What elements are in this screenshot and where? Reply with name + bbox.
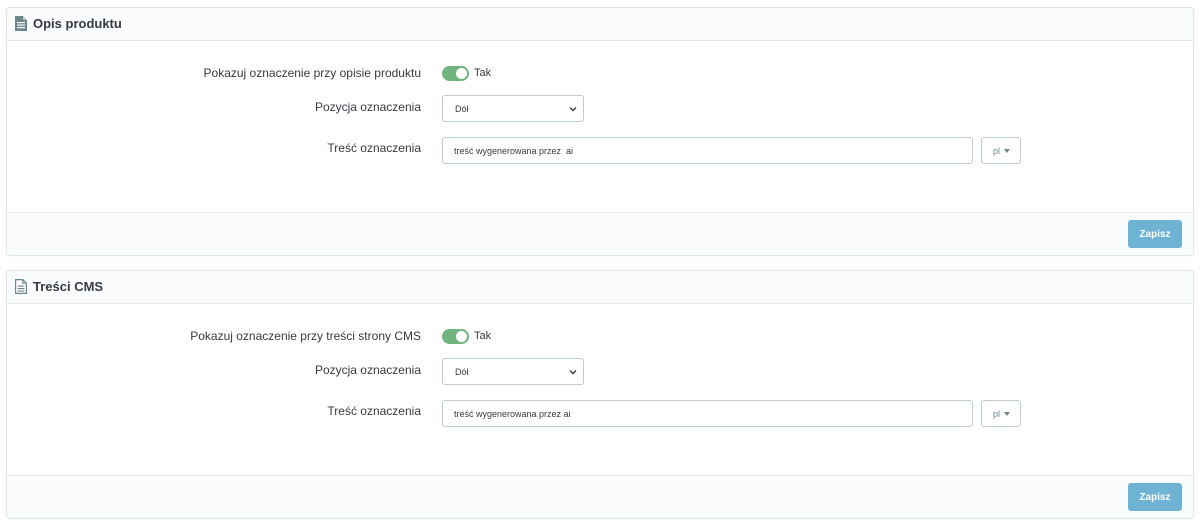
position-label: Pozycja oznaczenia: [314, 100, 421, 114]
language-dropdown-button[interactable]: pl: [981, 137, 1021, 164]
caret-down-icon: [1004, 149, 1010, 153]
document-icon: [15, 16, 27, 31]
language-code: pl: [993, 409, 1001, 419]
toggle-value-label: Tak: [474, 67, 492, 79]
content-label: Treść oznaczenia: [327, 404, 421, 418]
save-button[interactable]: Zapisz: [1128, 483, 1182, 511]
language-dropdown-button[interactable]: pl: [981, 400, 1021, 427]
show-marker-label: Pokazuj oznaczenie przy opisie produktu: [203, 66, 421, 80]
panel-tresci-cms: Treści CMS Pokazuj oznaczenie przy treśc…: [6, 270, 1194, 519]
save-button[interactable]: Zapisz: [1128, 220, 1182, 248]
toggle-knob: [456, 68, 467, 79]
chevron-down-icon: [569, 107, 577, 112]
panel-opis-produktu: Opis produktu Pokazuj oznaczenie przy op…: [6, 7, 1194, 256]
panel-title: Treści CMS: [33, 279, 104, 294]
content-input[interactable]: treść wygenerowana przez ai: [442, 137, 973, 164]
toggle-value-label: Tak: [474, 330, 492, 342]
toggle-knob: [456, 331, 467, 342]
content-input[interactable]: treść wygenerowana przez ai: [442, 400, 973, 427]
content-input-value: treść wygenerowana przez ai: [454, 409, 571, 419]
content-label: Treść oznaczenia: [327, 141, 421, 155]
position-select-value: Dół: [455, 367, 469, 377]
panel-footer: Zapisz: [7, 212, 1193, 255]
position-select[interactable]: Dół: [442, 95, 584, 122]
position-label: Pozycja oznaczenia: [314, 363, 421, 377]
caret-down-icon: [1004, 412, 1010, 416]
show-marker-toggle[interactable]: [442, 329, 469, 344]
position-select[interactable]: Dół: [442, 358, 584, 385]
show-marker-label: Pokazuj oznaczenie przy treści strony CM…: [190, 329, 421, 343]
content-input-value: treść wygenerowana przez ai: [454, 146, 574, 156]
panel-header: Opis produktu: [7, 8, 1193, 41]
panel-footer: Zapisz: [7, 475, 1193, 518]
panel-title: Opis produktu: [33, 16, 122, 31]
show-marker-toggle[interactable]: [442, 66, 469, 81]
position-select-value: Dół: [455, 104, 469, 114]
panel-header: Treści CMS: [7, 271, 1193, 304]
language-code: pl: [993, 146, 1001, 156]
file-text-icon: [15, 279, 27, 294]
chevron-down-icon: [569, 370, 577, 375]
